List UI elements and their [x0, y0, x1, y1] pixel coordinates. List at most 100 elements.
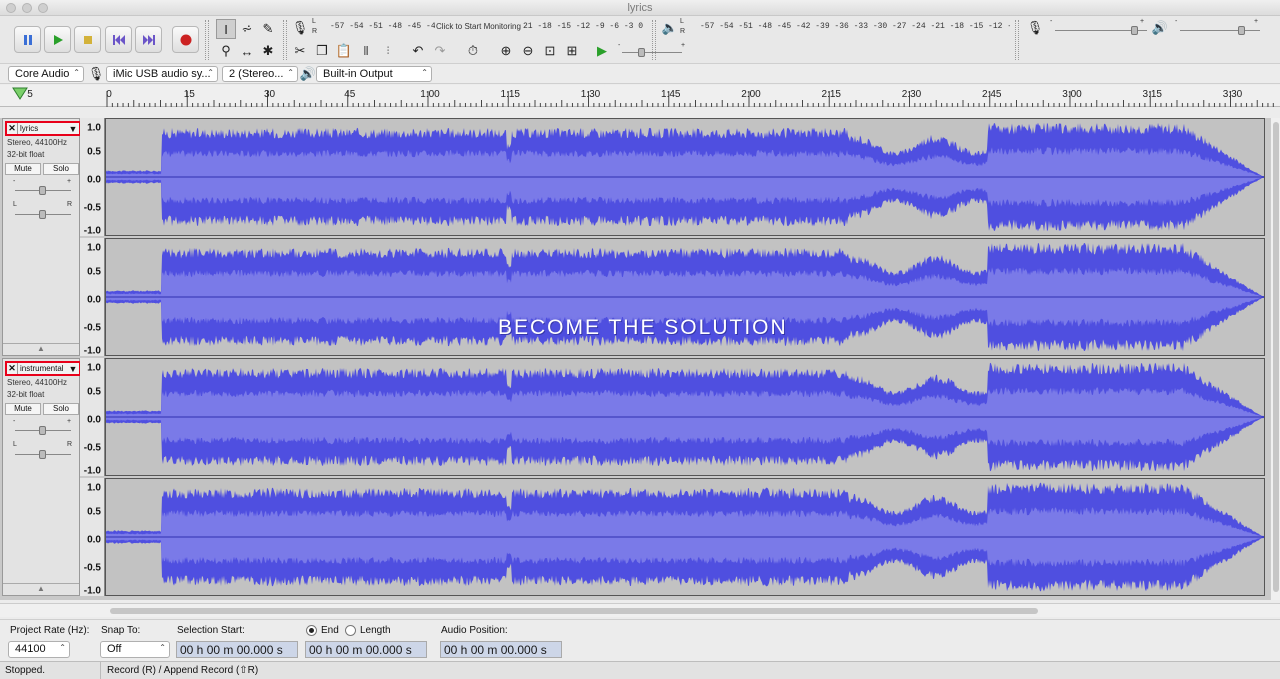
microphone-icon[interactable]: 🎙	[290, 18, 310, 38]
amplitude-label: -1.0	[83, 225, 101, 237]
record-button[interactable]	[172, 26, 199, 53]
track-menu-chevron-icon[interactable]: ▼	[67, 364, 79, 374]
toolbar-grip[interactable]	[652, 20, 656, 60]
waveform-channel[interactable]	[105, 478, 1265, 596]
selection-start-time[interactable]: 00 h 00 m 00.000 s	[176, 641, 298, 658]
input-volume-slider[interactable]	[1055, 26, 1147, 35]
copy-icon[interactable]: ❐	[312, 41, 332, 61]
mute-button[interactable]: Mute	[5, 163, 41, 175]
vertical-scroll-thumb[interactable]	[1273, 122, 1279, 592]
pan-slider[interactable]	[15, 210, 71, 219]
selection-end-time[interactable]: 00 h 00 m 00.000 s	[305, 641, 427, 658]
fit-selection-icon[interactable]: ⊡	[540, 41, 560, 61]
multi-tool-icon[interactable]: ✱	[258, 41, 278, 61]
amplitude-label: 0.5	[87, 386, 101, 398]
close-track-icon[interactable]: ✕	[7, 363, 18, 374]
amplitude-label: 0.5	[87, 506, 101, 518]
ruler-label: 5	[27, 89, 33, 100]
meter-channel-left: L	[680, 18, 684, 25]
draw-tool-icon[interactable]: ✎	[258, 19, 278, 39]
project-rate-label: Project Rate (Hz):	[10, 625, 90, 636]
watermark: BECOME THE SOLUTION	[498, 316, 788, 339]
pause-button[interactable]	[14, 26, 41, 53]
amplitude-scale[interactable]: 1.0 0.5 0.0 -0.5 -1.0	[80, 238, 105, 357]
play-button[interactable]	[44, 26, 71, 53]
title-bar: lyrics	[0, 0, 1280, 16]
end-radio[interactable]	[306, 625, 317, 636]
amplitude-label: -1.0	[83, 465, 101, 477]
toolbar-grip[interactable]	[283, 20, 287, 60]
solo-button[interactable]: Solo	[43, 403, 79, 415]
mute-button[interactable]: Mute	[5, 403, 41, 415]
amplitude-label: -1.0	[83, 345, 101, 357]
silence-icon[interactable]: ⫶	[378, 41, 398, 61]
output-volume-slider[interactable]	[1180, 26, 1260, 35]
track-name: instrumental	[20, 364, 64, 373]
time-shift-tool-icon[interactable]: ↔	[237, 41, 257, 61]
fit-project-icon[interactable]: ⊞	[562, 41, 582, 61]
snap-to-select[interactable]: Off	[100, 641, 170, 658]
undo-icon[interactable]: ↶	[408, 41, 428, 61]
close-track-icon[interactable]: ✕	[7, 123, 18, 134]
audio-position-time[interactable]: 00 h 00 m 00.000 s	[440, 641, 562, 658]
zoom-in-icon[interactable]: ⊕	[496, 41, 516, 61]
track-name-menu[interactable]: ✕ lyrics ▼	[5, 121, 81, 136]
amplitude-scale[interactable]: 1.0 0.5 0.0 -0.5 -1.0	[80, 118, 105, 237]
amplitude-scale[interactable]: 1.0 0.5 0.0 -0.5 -1.0	[80, 478, 105, 597]
gain-minus: -	[13, 178, 16, 185]
track-name-menu[interactable]: ✕ instrumental ▼	[5, 361, 81, 376]
trim-icon[interactable]: ⫼	[356, 41, 376, 61]
project-rate-select[interactable]: 44100	[8, 641, 70, 658]
pan-slider[interactable]	[15, 450, 71, 459]
ruler-label: 45	[344, 89, 356, 100]
toolbar-grip[interactable]	[1015, 20, 1019, 60]
input-device-select[interactable]: iMic USB audio sy...	[106, 66, 218, 82]
horizontal-scroll-thumb[interactable]	[110, 608, 1038, 614]
output-volume-icon: 🔊	[1151, 20, 1169, 35]
waveform-channel[interactable]	[105, 118, 1265, 236]
amplitude-label: 1.0	[87, 362, 101, 374]
skip-to-start-button[interactable]	[105, 26, 132, 53]
redo-icon[interactable]: ↷	[430, 41, 450, 61]
amplitude-label: 0.0	[87, 174, 101, 186]
gain-slider[interactable]	[15, 426, 71, 435]
sync-lock-icon[interactable]: ⏱	[463, 41, 483, 61]
horizontal-scrollbar[interactable]	[0, 603, 1280, 617]
paste-icon[interactable]: 📋	[334, 41, 354, 61]
vertical-scrollbar[interactable]	[1270, 118, 1280, 600]
speaker-icon[interactable]: 🔈	[660, 18, 680, 38]
amplitude-scale[interactable]: 1.0 0.5 0.0 -0.5 -1.0	[80, 358, 105, 477]
output-volume-plus: +	[1254, 18, 1259, 25]
meter-channel-right: R	[312, 28, 318, 35]
record-meter-scale-right: 21 -18 -15 -12 -9 -6 -3 0	[523, 22, 644, 31]
track-format: Stereo, 44100Hz	[7, 138, 68, 147]
collapse-track-button[interactable]: ▲	[3, 343, 79, 355]
stop-icon	[83, 35, 92, 44]
ruler-label: 1:30	[580, 89, 601, 100]
track-menu-chevron-icon[interactable]: ▼	[67, 124, 79, 134]
zoom-tool-icon[interactable]: ⚲	[216, 41, 236, 61]
output-device-select[interactable]: Built-in Output	[316, 66, 432, 82]
amplitude-label: 0.0	[87, 414, 101, 426]
play-at-speed-icon[interactable]: ▶	[592, 41, 612, 61]
audio-host-select[interactable]: Core Audio	[8, 66, 84, 82]
timeline-ruler[interactable]: 5 0 15 30 45 1:00 1:15 1:30 1:45 2:00 2:15 2:30 2:45…	[0, 85, 1280, 107]
solo-button[interactable]: Solo	[43, 163, 79, 175]
skip-to-end-button[interactable]	[135, 26, 162, 53]
toolbar-grip[interactable]	[205, 20, 209, 60]
gain-slider[interactable]	[15, 186, 71, 195]
collapse-track-button[interactable]: ▲	[3, 583, 79, 595]
envelope-tool-icon[interactable]: ⩫	[237, 19, 257, 39]
input-channels-select[interactable]: 2 (Stereo...	[222, 66, 298, 82]
window-title: lyrics	[627, 2, 653, 14]
waveform-channel[interactable]	[105, 358, 1265, 476]
length-label: Length	[360, 625, 391, 636]
click-to-start-monitoring[interactable]: Click to Start Monitoring	[436, 22, 524, 36]
length-radio[interactable]	[345, 625, 356, 636]
tracks-area: ✕ lyrics ▼ Stereo, 44100Hz 32-bit float Mute S…	[0, 118, 1270, 600]
stop-button[interactable]	[74, 26, 101, 53]
selection-tool-icon[interactable]: I	[216, 19, 236, 39]
cut-icon[interactable]: ✂	[290, 41, 310, 61]
zoom-out-icon[interactable]: ⊖	[518, 41, 538, 61]
track-control-panel: ✕ instrumental ▼ Stereo, 44100Hz 32-bit floa…	[2, 358, 81, 596]
